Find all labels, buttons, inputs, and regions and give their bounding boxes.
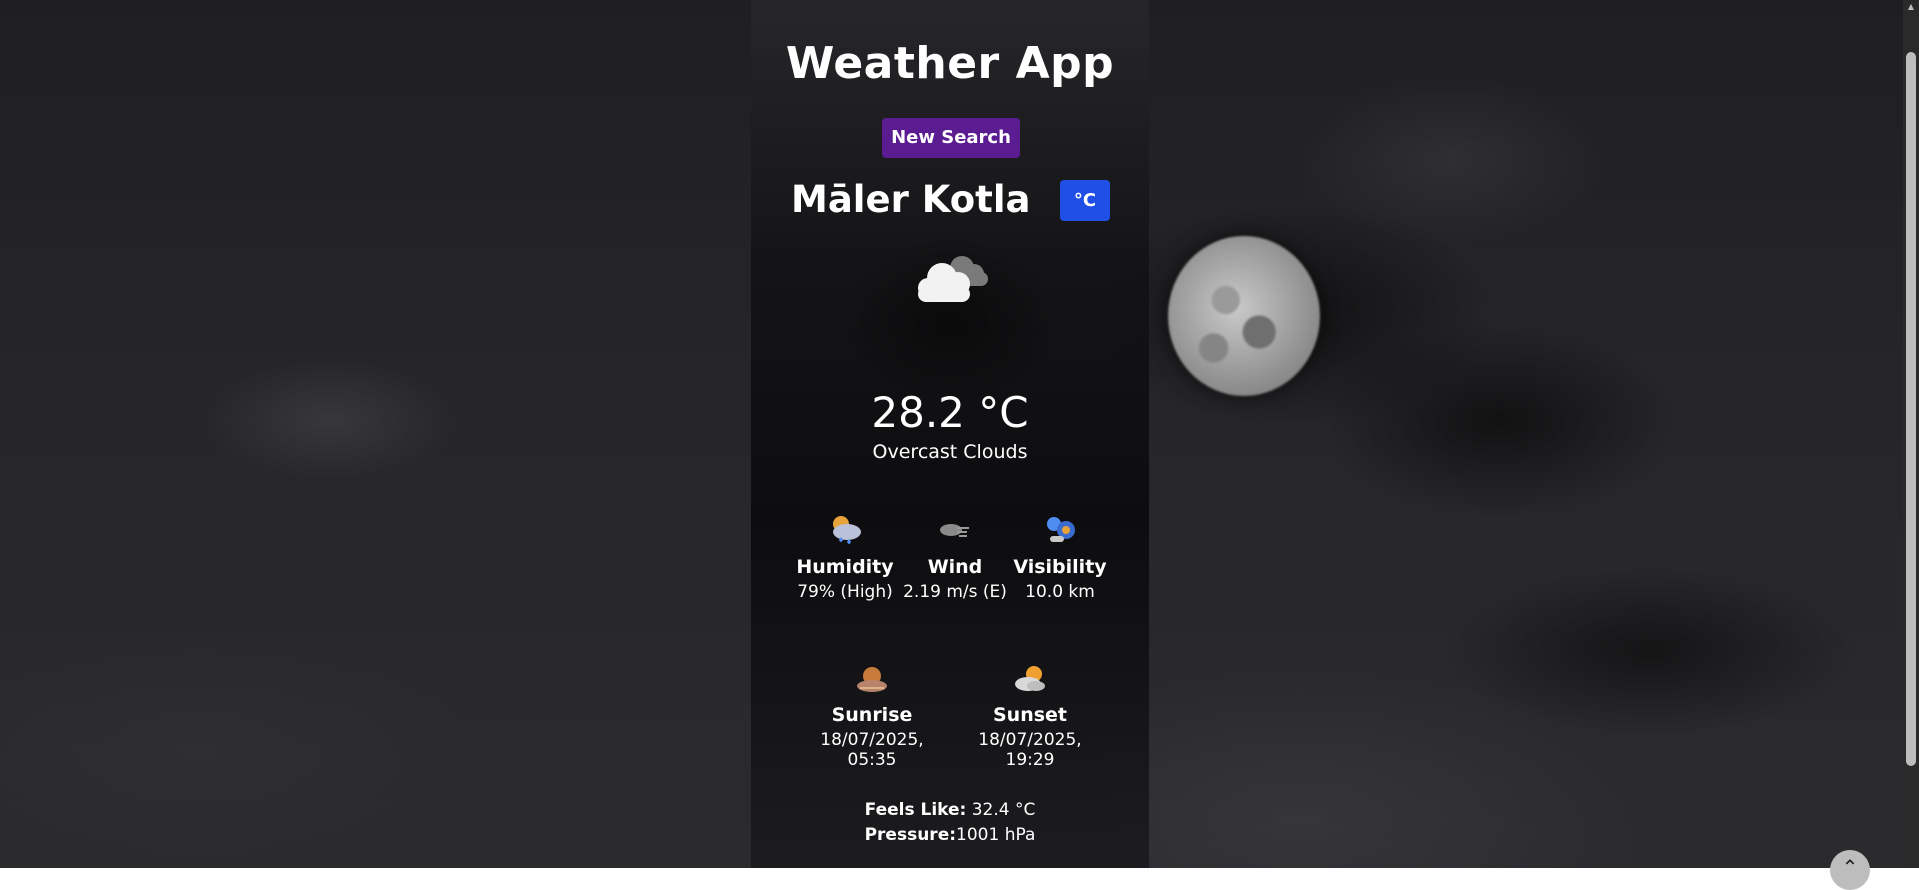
sunrise-label: Sunrise <box>831 704 913 726</box>
scroll-to-top-button[interactable]: ⌃ <box>1830 850 1870 890</box>
app-title: Weather App <box>785 38 1115 89</box>
sunset-value: 18/07/2025, 19:29 <box>978 730 1082 770</box>
visibility-label: Visibility <box>1013 556 1107 578</box>
pressure-row: Pressure:1001 hPa <box>751 825 1149 845</box>
scroll-up-arrow-icon[interactable]: ▲ <box>1906 2 1916 12</box>
visibility-icon <box>1040 510 1080 550</box>
weather-description: Overcast Clouds <box>872 441 1028 463</box>
sunset-icon <box>1010 658 1050 698</box>
wind-icon <box>935 510 975 550</box>
city-name: Māler Kotla <box>791 178 1031 221</box>
scrollbar-thumb[interactable] <box>1906 52 1916 766</box>
feels-like-value: 32.4 °C <box>966 800 1036 820</box>
visibility-value: 10.0 km <box>1025 582 1095 602</box>
sunrise-stat: Sunrise 18/07/2025, 05:35 <box>797 658 947 770</box>
sunset-label: Sunset <box>992 704 1067 726</box>
pressure-value: 1001 hPa <box>956 825 1036 845</box>
current-temperature: 28.2 °C <box>871 388 1029 437</box>
feels-like-label: Feels Like: <box>864 800 967 820</box>
sunrise-value: 18/07/2025, 05:35 <box>820 730 924 770</box>
new-search-button[interactable]: New Search <box>882 118 1020 158</box>
overcast-clouds-icon <box>918 256 988 302</box>
humidity-value: 79% (High) <box>797 582 893 602</box>
humidity-label: Humidity <box>796 556 894 578</box>
chevron-up-icon: ⌃ <box>1841 855 1859 879</box>
wind-label: Wind <box>927 556 983 578</box>
sunset-stat: Sunset 18/07/2025, 19:29 <box>955 658 1105 770</box>
sunrise-icon <box>852 658 892 698</box>
wind-stat: Wind 2.19 m/s (E) <box>900 510 1010 602</box>
page-scrollbar[interactable]: ▲ <box>1903 0 1919 868</box>
unit-toggle-button[interactable]: °C <box>1060 180 1110 221</box>
moon-image <box>1168 236 1320 396</box>
wind-value: 2.19 m/s (E) <box>903 582 1007 602</box>
visibility-stat: Visibility 10.0 km <box>1010 510 1110 602</box>
pressure-label: Pressure: <box>864 825 957 845</box>
feels-like-row: Feels Like: 32.4 °C <box>751 800 1149 820</box>
humidity-stat: Humidity 79% (High) <box>795 510 895 602</box>
humidity-icon <box>825 510 865 550</box>
